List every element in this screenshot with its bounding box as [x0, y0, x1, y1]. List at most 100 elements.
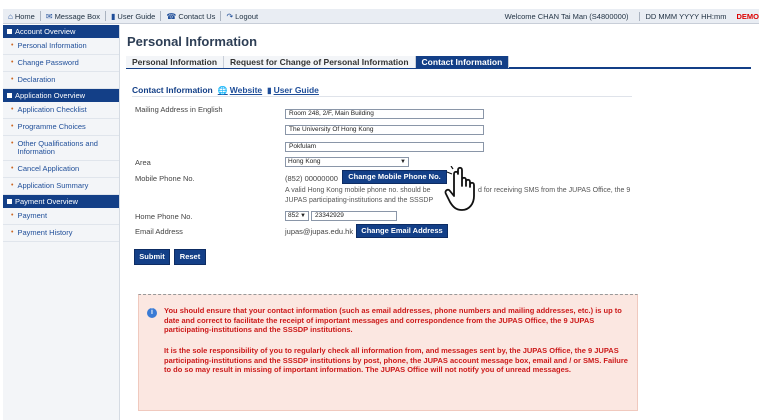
nav-home[interactable]: ⌂ Home [3, 9, 40, 23]
home-code-value: 852 [288, 212, 299, 219]
bullet-icon: • [11, 229, 14, 236]
main-content: Personal Information Personal Informatio… [126, 25, 759, 420]
notice-paragraph-2: It is the sole responsibility of you to … [164, 346, 628, 374]
email-label: Email Address [135, 227, 183, 236]
sidebar-item-label: Change Password [17, 58, 79, 67]
sidebar-section-label: Payment Overview [15, 197, 78, 206]
bullet-icon: • [11, 212, 14, 219]
sidebar-item-label: Programme Choices [17, 122, 86, 131]
home-icon: ⌂ [8, 11, 13, 21]
change-email-button[interactable]: Change Email Address [356, 224, 448, 238]
user-guide-link-label: User Guide [273, 85, 319, 95]
bullet-icon: • [11, 182, 14, 189]
sidebar-item-other-qualifications[interactable]: • Other Qualifications and Information [3, 136, 119, 161]
sidebar-item-change-password[interactable]: • Change Password [3, 55, 119, 72]
nav-contact-us[interactable]: ☎ Contact Us [161, 9, 220, 23]
area-selected-value: Hong Kong [288, 158, 321, 165]
change-mobile-button[interactable]: Change Mobile Phone No. [342, 170, 447, 184]
notice-paragraph-1: You should ensure that your contact info… [164, 306, 622, 334]
top-nav-bar: ⌂ Home ✉ Message Box ▮ User Guide ☎ Contact … [3, 9, 759, 24]
sidebar: Account Overview • Personal Information •… [3, 25, 120, 420]
sidebar-item-programme-choices[interactable]: • Programme Choices [3, 119, 119, 136]
sidebar-item-application-summary[interactable]: • Application Summary [3, 178, 119, 195]
tab-contact-information[interactable]: Contact Information [415, 56, 510, 68]
sidebar-section-label: Application Overview [15, 91, 86, 100]
email-value: jupas@jupas.edu.hk [285, 227, 354, 236]
datetime-text: DD MMM YYYY HH:mm [638, 11, 733, 21]
bullet-icon: • [11, 123, 14, 130]
sidebar-item-payment[interactable]: • Payment [3, 208, 119, 225]
home-phone-code-select[interactable]: 852 ▼ [285, 211, 309, 221]
bullet-icon: • [11, 76, 14, 83]
nav-logout[interactable]: ↷ Logout [221, 9, 263, 23]
section-square-icon [7, 199, 12, 204]
website-link[interactable]: 🌐 Website [218, 85, 262, 95]
book-icon: ▮ [111, 11, 116, 21]
sidebar-section-application[interactable]: Application Overview [3, 89, 119, 102]
reset-button[interactable]: Reset [174, 249, 206, 265]
tab-personal-information[interactable]: Personal Information [126, 56, 225, 68]
notice-box: i You should ensure that your contact in… [138, 294, 638, 411]
sidebar-item-application-checklist[interactable]: • Application Checklist [3, 102, 119, 119]
sidebar-item-label: Payment [17, 211, 48, 220]
page-title: Personal Information [127, 34, 258, 49]
bullet-icon: • [11, 42, 14, 49]
nav-user-guide-label: User Guide [117, 11, 156, 21]
address-line-3-input[interactable]: Pokfulam [285, 142, 484, 152]
user-status: Welcome CHAN Tai Man (S4800000) DD MMM Y… [495, 9, 759, 23]
bullet-icon: • [11, 140, 14, 147]
user-guide-link[interactable]: ▮ User Guide [267, 85, 319, 95]
section-square-icon [7, 93, 12, 98]
phone-icon: ☎ [166, 11, 177, 21]
tab-bar: Personal Information Request for Change … [126, 56, 751, 69]
logout-icon: ↷ [226, 11, 234, 21]
sidebar-item-label: Application Checklist [17, 105, 87, 114]
sidebar-section-account[interactable]: Account Overview [3, 25, 119, 38]
info-icon: i [147, 308, 157, 318]
sidebar-item-payment-history[interactable]: • Payment History [3, 225, 119, 242]
sidebar-item-label: Application Summary [17, 181, 89, 190]
envelope-icon: ✉ [45, 11, 53, 21]
section-title: Contact Information [132, 85, 213, 95]
welcome-text: Welcome CHAN Tai Man (S4800000) [504, 11, 629, 21]
area-select[interactable]: Hong Kong ▼ [285, 157, 409, 167]
sidebar-item-label: Cancel Application [17, 164, 80, 173]
address-line-1-input[interactable]: Room 248, 2/F, Main Building [285, 109, 484, 119]
nav-message-box[interactable]: ✉ Message Box [41, 9, 105, 23]
globe-icon: 🌐 [217, 85, 228, 95]
book-icon: ▮ [267, 85, 272, 95]
section-square-icon [7, 29, 12, 34]
address-line-2-input[interactable]: The University Of Hong Kong [285, 125, 484, 135]
section-divider [132, 96, 632, 97]
sidebar-item-label: Personal Information [17, 41, 87, 50]
sidebar-section-payment[interactable]: Payment Overview [3, 195, 119, 208]
section-heading: Contact Information 🌐 Website ▮ User Guide [132, 85, 319, 95]
sidebar-section-label: Account Overview [15, 27, 76, 36]
sidebar-item-personal-information[interactable]: • Personal Information [3, 38, 119, 55]
sidebar-item-label: Payment History [17, 228, 73, 237]
mobile-note-line-1b: d for receiving SMS from the JUPAS Offic… [478, 187, 631, 194]
home-phone-input[interactable]: 23342929 [311, 211, 397, 221]
nav-home-label: Home [14, 11, 35, 21]
nav-user-guide[interactable]: ▮ User Guide [106, 9, 160, 23]
sidebar-item-label: Other Qualifications and Information [17, 139, 98, 156]
demo-badge: DEMO [736, 11, 759, 21]
hand-pointer-icon [444, 166, 475, 211]
submit-button[interactable]: Submit [134, 249, 170, 265]
mobile-phone-value: (852) 00000000 [285, 174, 338, 183]
mobile-phone-label: Mobile Phone No. [135, 174, 195, 183]
nav-logout-label: Logout [235, 11, 259, 21]
chevron-down-icon: ▼ [300, 213, 306, 219]
website-link-label: Website [229, 85, 263, 95]
mobile-note-line-2: JUPAS participating-institutions and the… [285, 197, 434, 204]
bullet-icon: • [11, 165, 14, 172]
tab-request-change[interactable]: Request for Change of Personal Informati… [224, 56, 416, 68]
mailing-address-label: Mailing Address in English [135, 105, 223, 114]
bullet-icon: • [11, 106, 14, 113]
nav-contact-us-label: Contact Us [178, 11, 216, 21]
nav-message-box-label: Message Box [54, 11, 101, 21]
chevron-down-icon: ▼ [400, 159, 406, 165]
sidebar-item-cancel-application[interactable]: • Cancel Application [3, 161, 119, 178]
sidebar-item-declaration[interactable]: • Declaration [3, 72, 119, 89]
home-phone-label: Home Phone No. [135, 212, 193, 221]
